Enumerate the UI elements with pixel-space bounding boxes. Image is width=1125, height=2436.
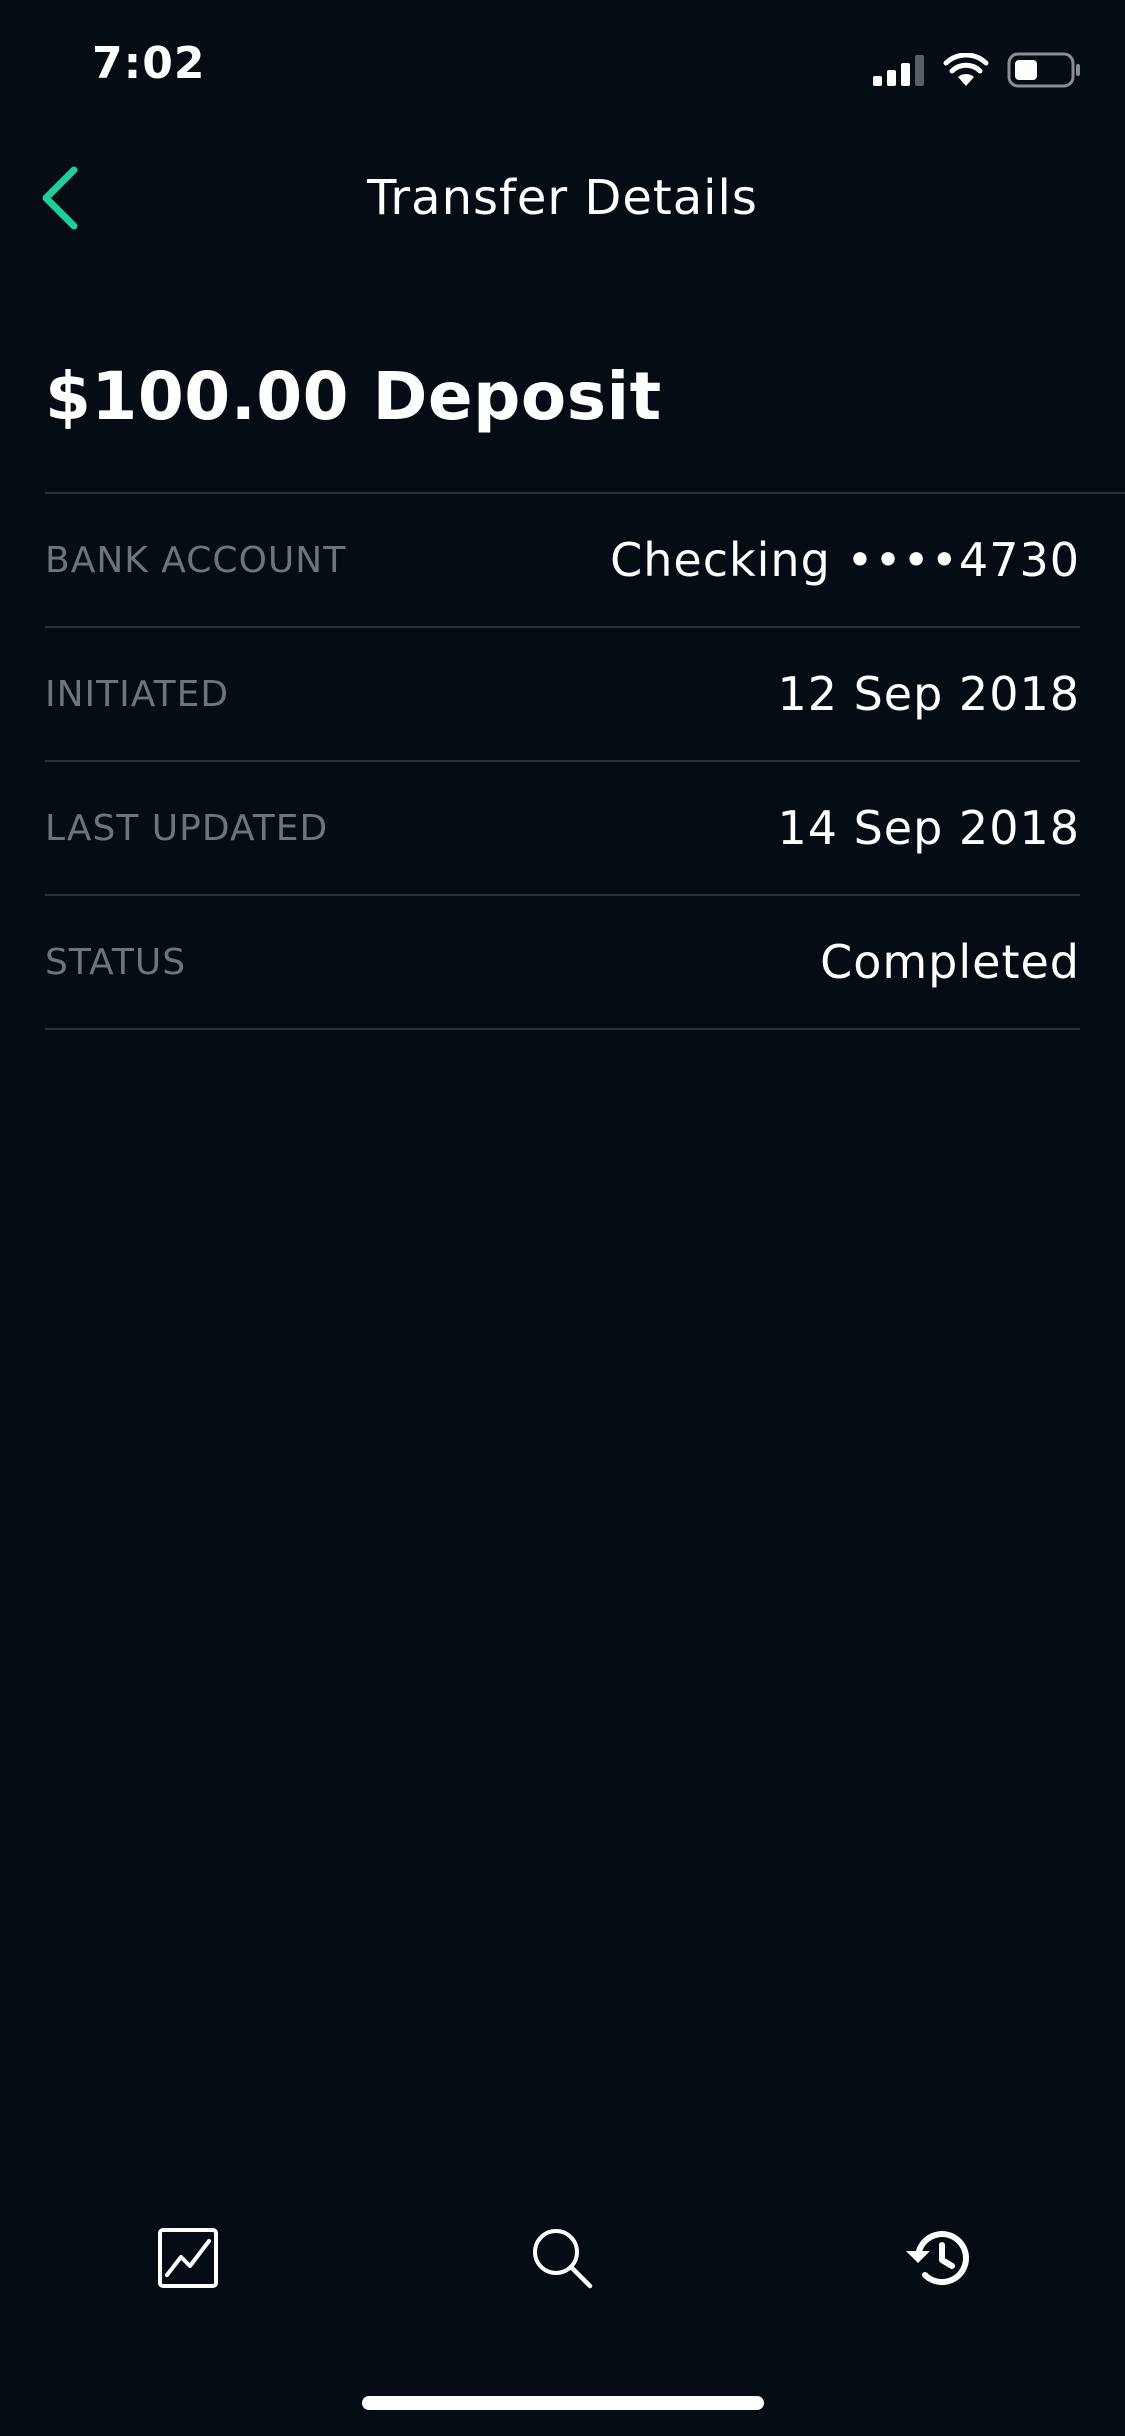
tab-history[interactable] bbox=[888, 2220, 988, 2300]
detail-label: STATUS bbox=[45, 941, 187, 983]
detail-value: Checking ••••4730 bbox=[610, 533, 1080, 587]
detail-row-last-updated: LAST UPDATED 14 Sep 2018 bbox=[45, 762, 1080, 896]
page-title: $100.00 Deposit bbox=[45, 358, 662, 435]
home-indicator[interactable] bbox=[362, 2396, 764, 2410]
wifi-icon bbox=[943, 53, 989, 87]
detail-label: BANK ACCOUNT bbox=[45, 539, 347, 581]
nav-bar: Transfer Details bbox=[0, 150, 1125, 250]
tab-bar bbox=[0, 2200, 1125, 2320]
history-icon bbox=[902, 2225, 974, 2295]
battery-icon bbox=[1007, 52, 1081, 88]
status-time: 7:02 bbox=[92, 38, 206, 89]
nav-title: Transfer Details bbox=[367, 170, 758, 226]
tab-portfolio[interactable] bbox=[138, 2220, 238, 2300]
detail-value: 14 Sep 2018 bbox=[777, 801, 1080, 855]
search-icon bbox=[530, 2226, 594, 2294]
tab-search[interactable] bbox=[512, 2220, 612, 2300]
detail-label: INITIATED bbox=[45, 673, 230, 715]
detail-value: 12 Sep 2018 bbox=[777, 667, 1080, 721]
status-bar: 7:02 bbox=[0, 0, 1125, 140]
detail-row-bank-account: BANK ACCOUNT Checking ••••4730 bbox=[45, 494, 1080, 628]
cellular-signal-icon bbox=[873, 54, 925, 86]
status-icons bbox=[873, 50, 1081, 90]
transfer-details-list: BANK ACCOUNT Checking ••••4730 INITIATED… bbox=[45, 494, 1080, 1030]
detail-value: Completed bbox=[820, 935, 1080, 989]
detail-row-status: STATUS Completed bbox=[45, 896, 1080, 1030]
detail-label: LAST UPDATED bbox=[45, 807, 329, 849]
chart-icon bbox=[157, 2227, 219, 2293]
detail-row-initiated: INITIATED 12 Sep 2018 bbox=[45, 628, 1080, 762]
